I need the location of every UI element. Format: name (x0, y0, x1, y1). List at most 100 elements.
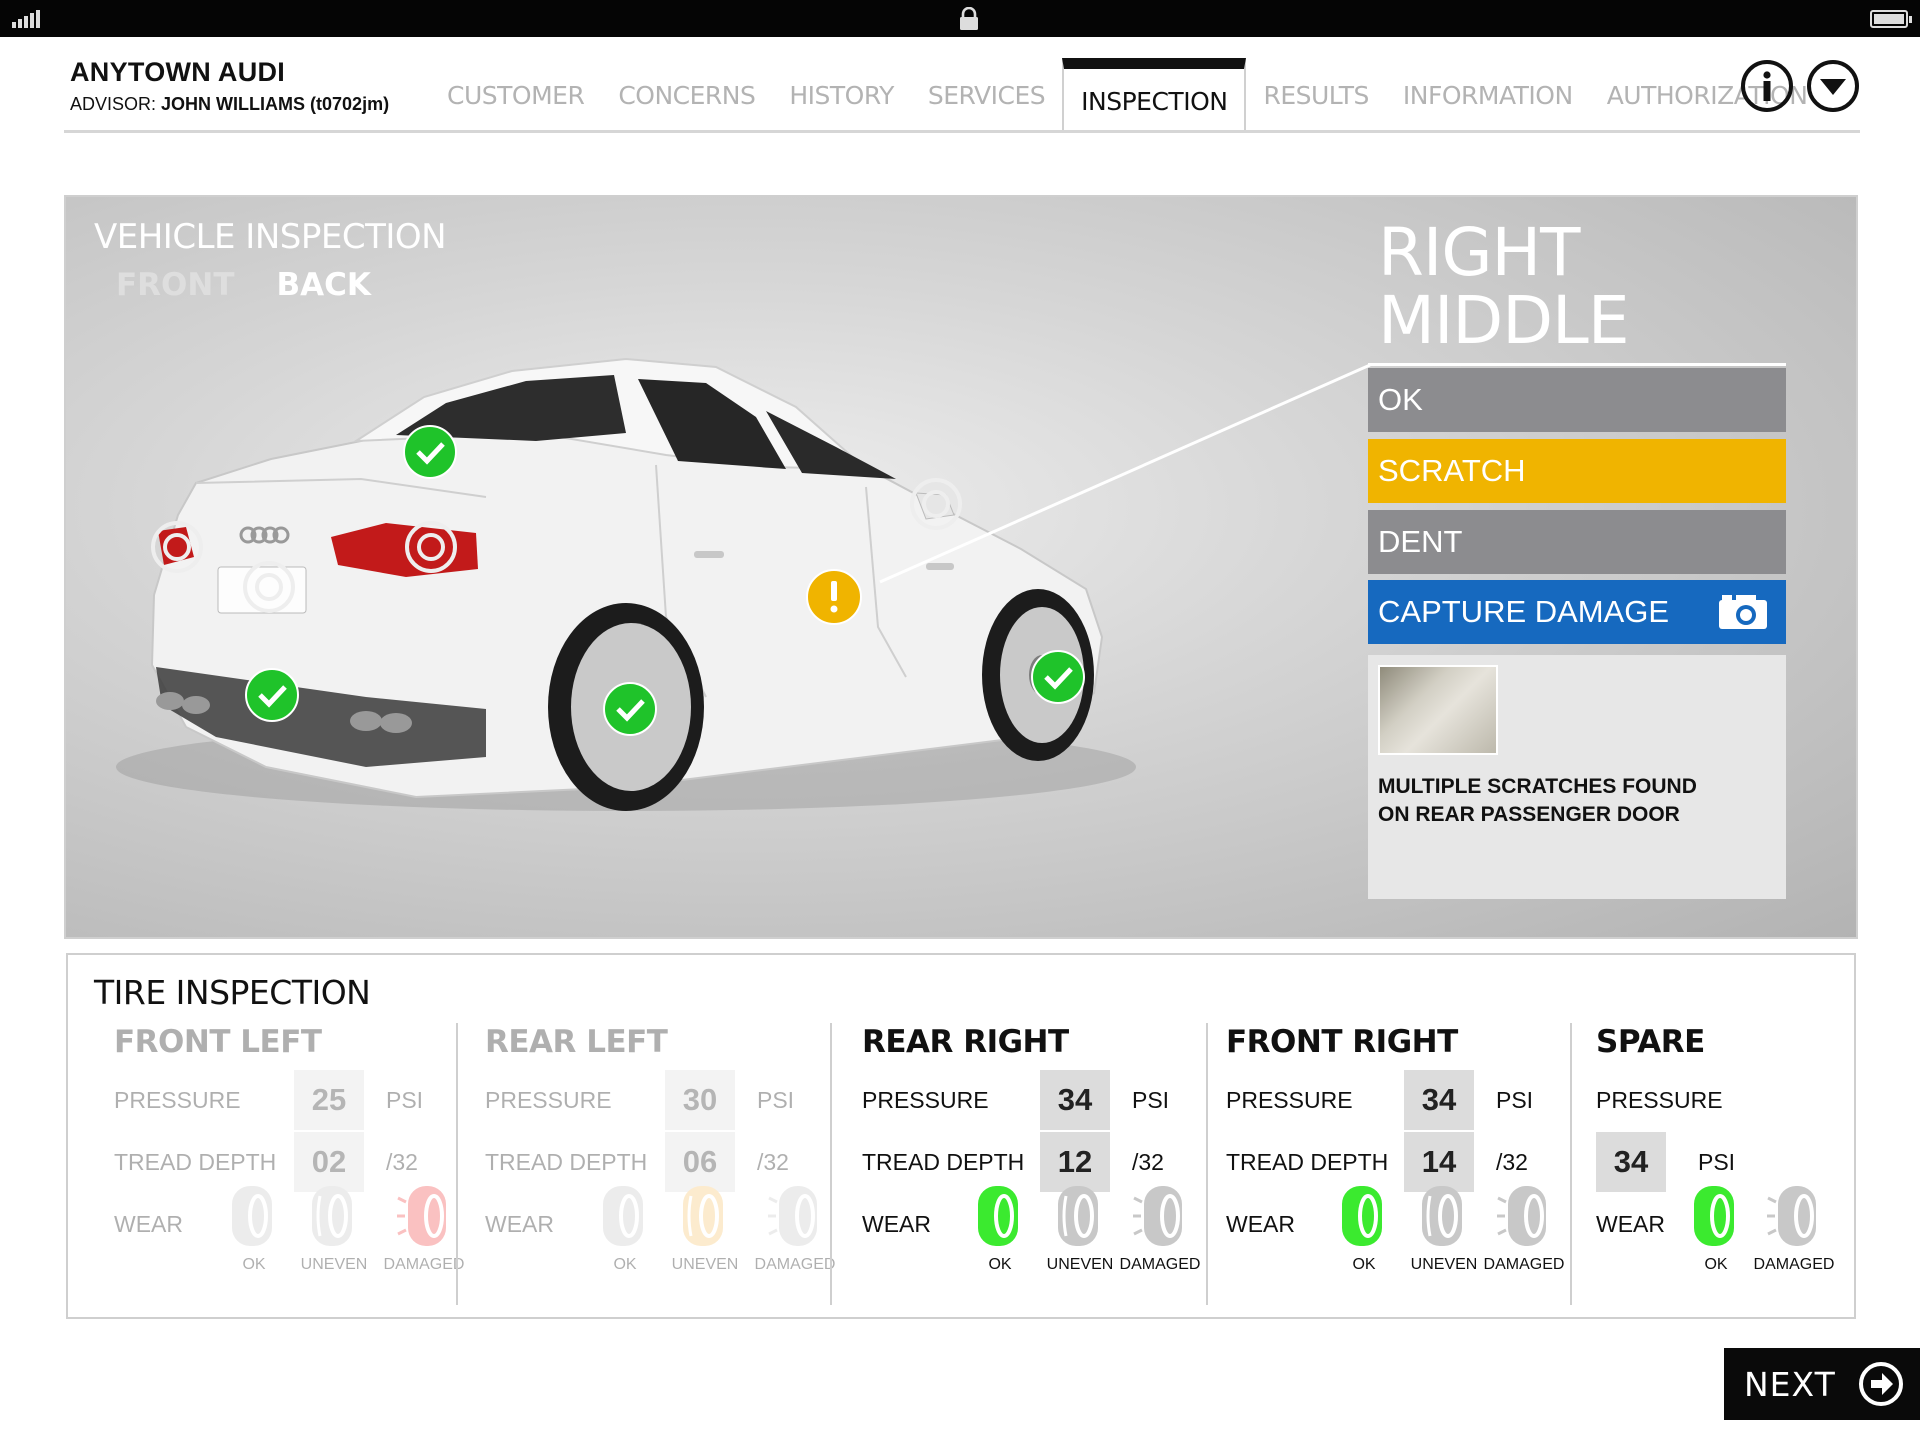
option-dent-button[interactable]: DENT (1368, 510, 1786, 574)
tire-ok-icon (978, 1186, 1018, 1246)
marker-ok[interactable] (1031, 650, 1085, 704)
pressure-value[interactable]: 25 (294, 1070, 364, 1130)
wear-label: WEAR (114, 1211, 183, 1237)
main-nav: CUSTOMER CONCERNS HISTORY SERVICES INSPE… (430, 58, 1824, 133)
tab-inspection[interactable]: INSPECTION (1062, 58, 1247, 133)
tire-wear-damaged-option[interactable] (1766, 1182, 1822, 1250)
marker-ok[interactable] (603, 682, 657, 736)
tab-customer[interactable]: CUSTOMER (430, 58, 601, 133)
pressure-label: PRESSURE (1596, 1087, 1723, 1113)
pressure-unit: PSI (386, 1087, 424, 1113)
tire-wear-ok-option[interactable] (226, 1182, 282, 1250)
advisor-line: ADVISOR: JOHN WILLIAMS (t0702jm) (70, 94, 389, 115)
tire-inspection-panel: TIRE INSPECTION FRONT LEFT PRESSURE 25 P… (66, 953, 1856, 1319)
tire-wear-uneven-option[interactable] (1416, 1182, 1472, 1250)
damage-photo-thumbnail[interactable] (1378, 665, 1498, 755)
status-bar (0, 0, 1920, 37)
tire-wear-damaged-caption: DAMAGED (1119, 1256, 1201, 1273)
pressure-label: PRESSURE (862, 1087, 989, 1113)
tire-wear-damaged-option[interactable] (1496, 1182, 1552, 1250)
tread-label: TREAD DEPTH (114, 1149, 277, 1175)
tire-wear-ok-option[interactable] (972, 1182, 1028, 1250)
menu-button[interactable] (1807, 60, 1859, 112)
tire-inspection-title: TIRE INSPECTION (94, 973, 371, 1012)
tab-information[interactable]: INFORMATION (1386, 58, 1590, 133)
chevron-down-circle-icon (1820, 79, 1846, 95)
column-divider (1206, 1023, 1208, 1305)
pressure-value[interactable]: 34 (1040, 1070, 1110, 1130)
tire-wear-damaged-caption: DAMAGED (1483, 1256, 1565, 1273)
vehicle-inspection-panel: VEHICLE INSPECTION FRONT BACK RIGHT MIDD… (64, 195, 1858, 939)
callout-line (879, 363, 1371, 584)
zone-divider (1368, 363, 1786, 366)
battery-icon (1870, 10, 1912, 28)
pressure-value[interactable]: 30 (665, 1070, 735, 1130)
info-icon (1763, 71, 1771, 101)
tread-unit: /32 (1496, 1149, 1528, 1175)
tire-uneven-icon (1422, 1186, 1462, 1246)
tire-damaged-icon (1133, 1186, 1182, 1246)
wear-label: WEAR (1226, 1211, 1295, 1237)
tread-unit: /32 (757, 1149, 789, 1175)
tire-name: REAR LEFT (485, 1024, 668, 1060)
tire-wear-ok-option[interactable] (597, 1182, 653, 1250)
tire-wear-uneven-option[interactable] (306, 1182, 362, 1250)
next-label: NEXT (1744, 1364, 1836, 1404)
tire-ok-icon (603, 1186, 643, 1246)
tire-damaged-icon (1497, 1186, 1546, 1246)
damage-note-line: ON REAR PASSENGER DOOR (1378, 803, 1680, 826)
marker-ok[interactable] (245, 668, 299, 722)
tire-wear-damaged-option[interactable] (396, 1182, 452, 1250)
tab-results[interactable]: RESULTS (1246, 58, 1385, 133)
tire-wear-damaged-option[interactable] (1132, 1182, 1188, 1250)
header-divider (64, 130, 1860, 133)
pressure-unit: PSI (757, 1087, 795, 1113)
pressure-unit: PSI (1496, 1087, 1534, 1113)
signal-icon (12, 10, 42, 28)
damage-note-text: MULTIPLE SCRATCHES FOUND ON REAR PASSENG… (1378, 773, 1778, 829)
camera-icon (1719, 595, 1767, 629)
tire-wear-uneven-option[interactable] (677, 1182, 733, 1250)
tire-ok-icon (1694, 1186, 1734, 1246)
tire-wear-damaged-option[interactable] (767, 1182, 823, 1250)
next-button[interactable]: NEXT (1724, 1348, 1920, 1420)
tire-name: FRONT RIGHT (1226, 1024, 1458, 1060)
tire-ok-icon (232, 1186, 272, 1246)
tire-damaged-icon (397, 1186, 446, 1246)
capture-damage-button[interactable]: CAPTURE DAMAGE (1368, 580, 1786, 644)
advisor-label: ADVISOR: (70, 94, 157, 114)
tire-wear-uneven-caption: UNEVEN (300, 1256, 368, 1273)
arrow-right-circle-icon (1859, 1362, 1903, 1406)
tire-wear-uneven-caption: UNEVEN (671, 1256, 739, 1273)
tire-wear-ok-option[interactable] (1688, 1182, 1744, 1250)
damage-note-line: MULTIPLE SCRATCHES FOUND (1378, 775, 1697, 798)
tab-services[interactable]: SERVICES (911, 58, 1062, 133)
tab-concerns[interactable]: CONCERNS (601, 58, 772, 133)
option-scratch-button[interactable]: SCRATCH (1368, 439, 1786, 503)
tire-name: FRONT LEFT (114, 1024, 322, 1060)
pressure-value[interactable]: 34 (1596, 1132, 1666, 1192)
wear-label: WEAR (862, 1211, 931, 1237)
pressure-unit: PSI (1132, 1087, 1170, 1113)
column-divider (1570, 1023, 1572, 1305)
zone-title: RIGHT MIDDLE (1378, 219, 1630, 355)
tire-name: REAR RIGHT (862, 1024, 1069, 1060)
lock-icon (960, 7, 978, 30)
capture-damage-label: CAPTURE DAMAGE (1378, 594, 1670, 629)
tire-uneven-icon (683, 1186, 723, 1246)
tire-wear-damaged-caption: DAMAGED (383, 1256, 465, 1273)
tire-wear-uneven-option[interactable] (1052, 1182, 1108, 1250)
marker-ok[interactable] (403, 425, 457, 479)
column-divider (830, 1023, 832, 1305)
marker-warning[interactable] (806, 569, 862, 625)
tire-wear-ok-option[interactable] (1336, 1182, 1392, 1250)
advisor-name: JOHN WILLIAMS (t0702jm) (161, 94, 390, 114)
pressure-label: PRESSURE (1226, 1087, 1353, 1113)
info-button[interactable] (1741, 60, 1793, 112)
option-ok-button[interactable]: OK (1368, 368, 1786, 432)
tab-history[interactable]: HISTORY (772, 58, 911, 133)
pressure-value[interactable]: 34 (1404, 1070, 1474, 1130)
tread-unit: /32 (386, 1149, 418, 1175)
column-divider (456, 1023, 458, 1305)
tread-label: TREAD DEPTH (485, 1149, 648, 1175)
